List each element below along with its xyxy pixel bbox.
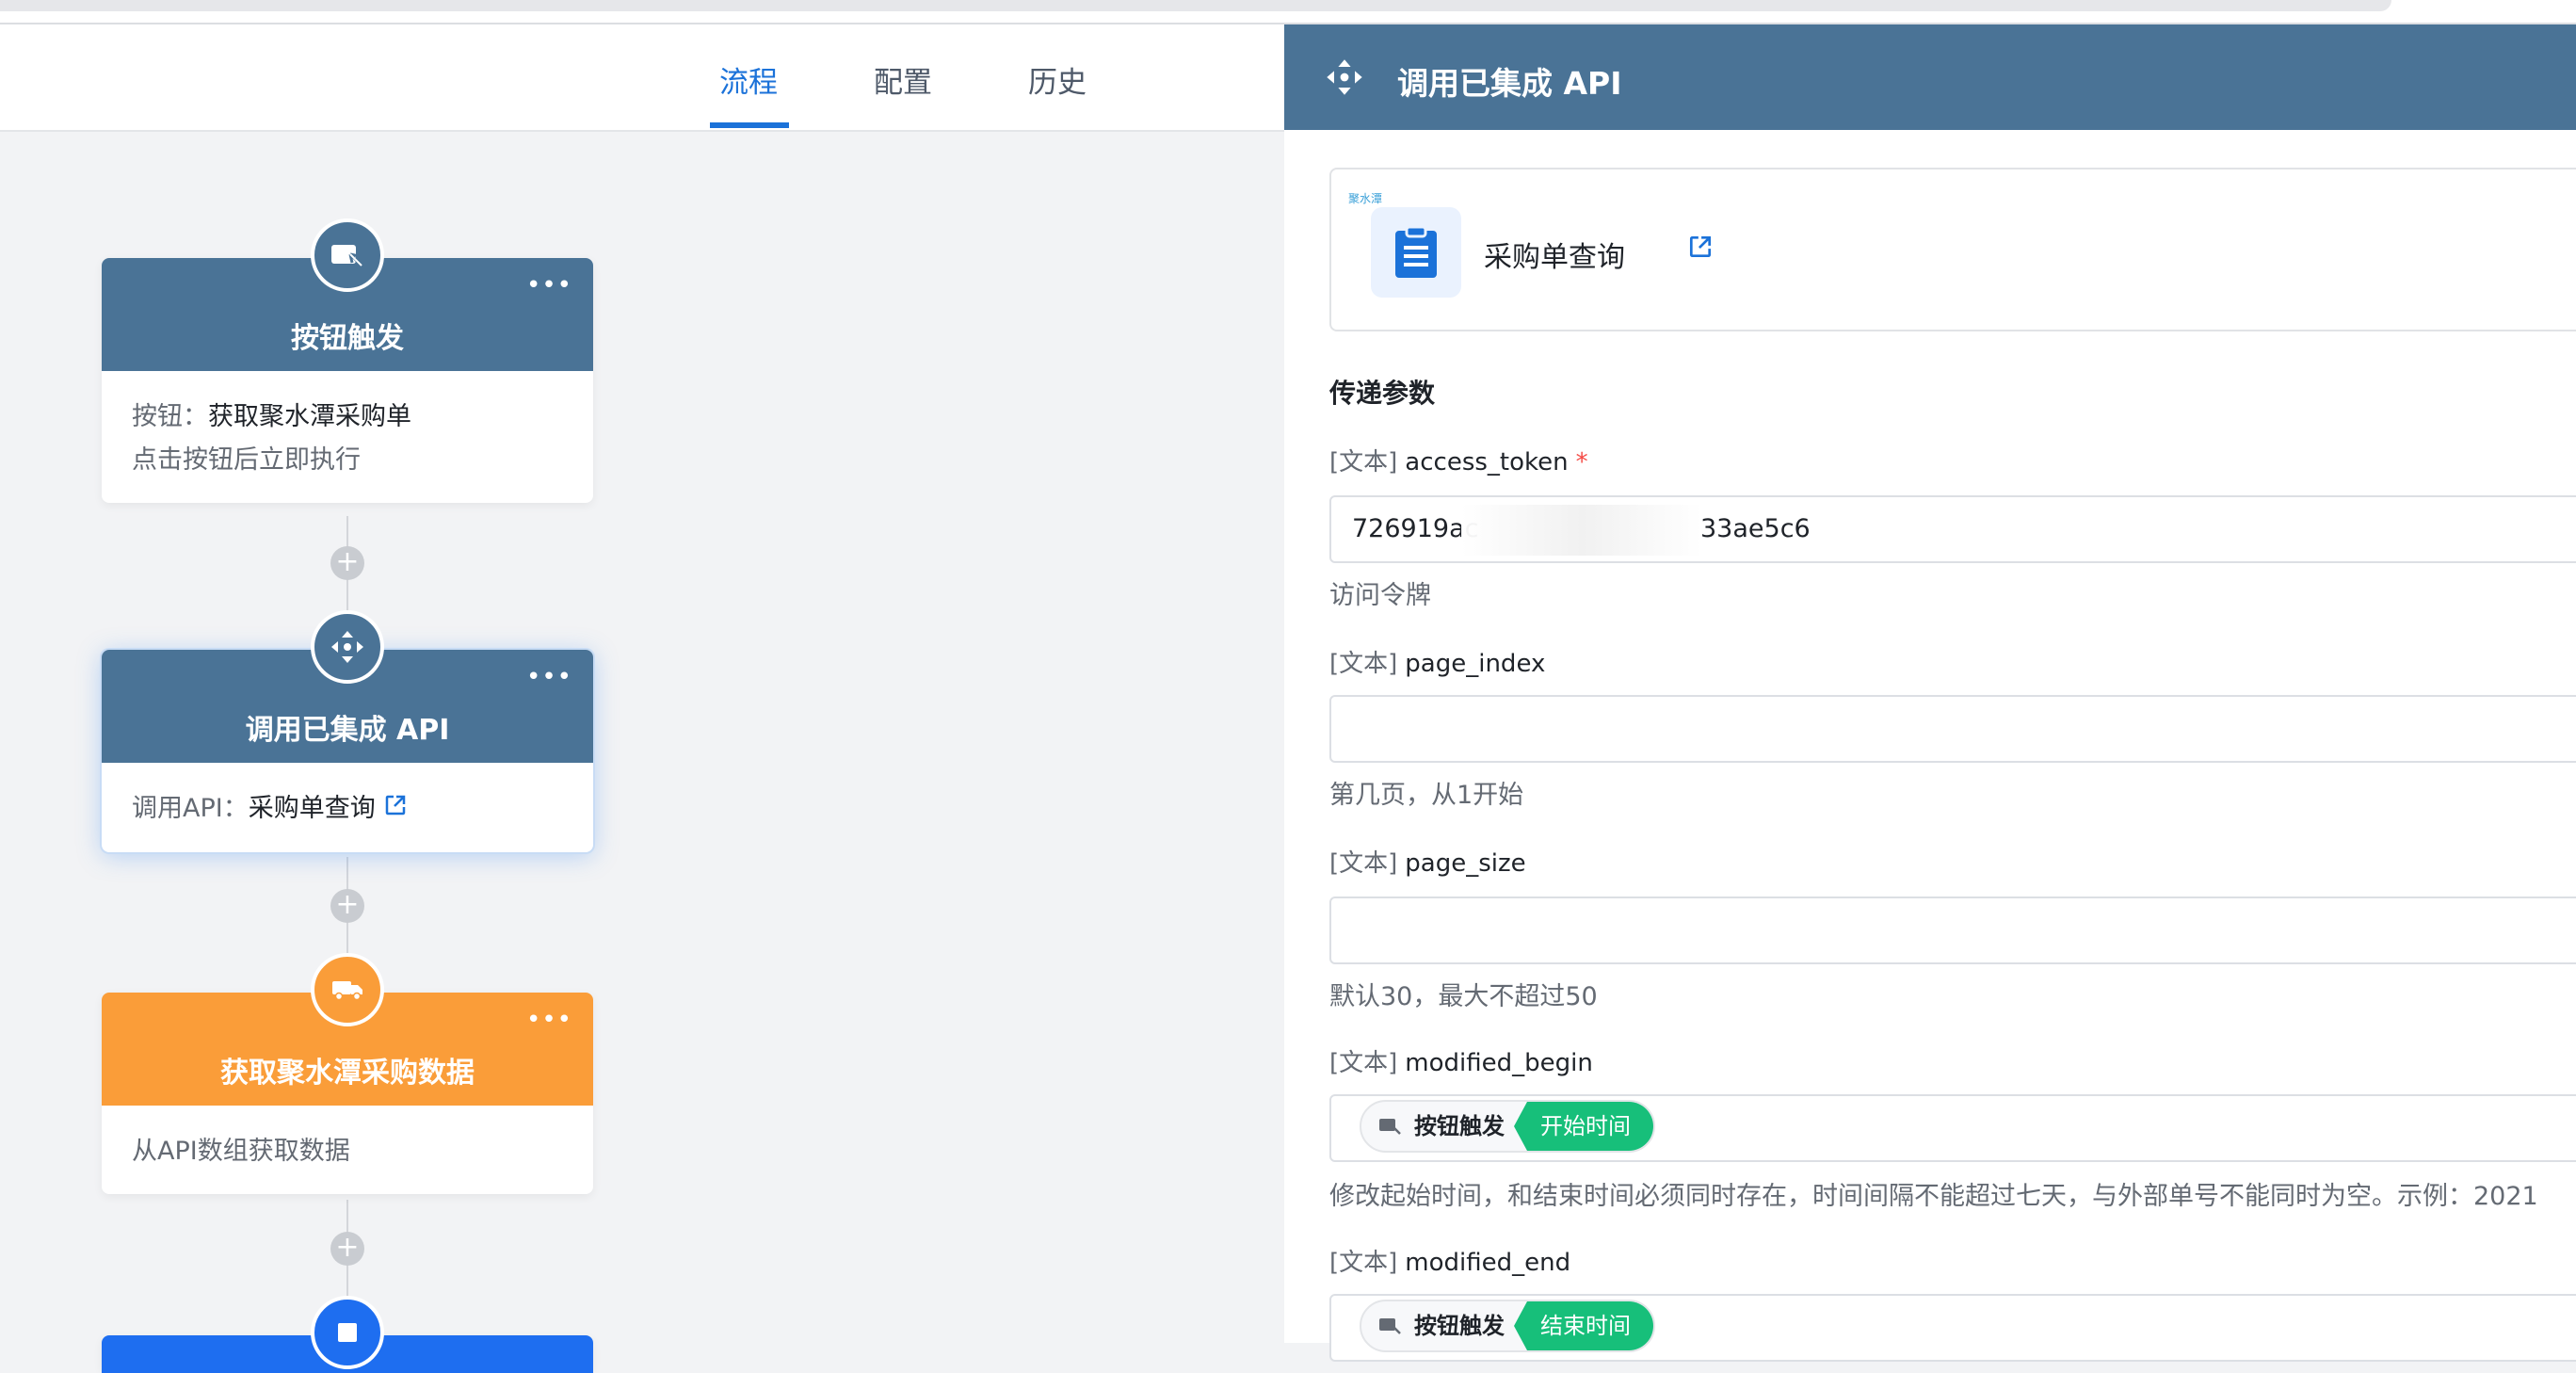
field-key: page_index — [1405, 650, 1546, 678]
tab-flow[interactable]: 流程 — [719, 58, 778, 101]
add-step-button[interactable]: + — [330, 546, 364, 580]
node-header: ••• 调用已集成 API — [102, 610, 593, 763]
node-description: 从API数组获取数据 — [132, 1137, 350, 1166]
field-key: access_token — [1405, 448, 1569, 477]
field-help: 修改起始时间，和结束时间必须同时存在，时间间隔不能超过七天，与外部单号不能同时为… — [1329, 1182, 2538, 1211]
field-help: 默认30，最大不超过50 — [1329, 982, 1598, 1011]
api-name-link[interactable]: 采购单查询 — [1484, 234, 1625, 275]
panel-header: 调用已集成 API — [1284, 24, 2576, 130]
field-label-page-index: [文本] page_index — [1329, 644, 1545, 679]
flow-tabs-header: 流程 配置 历史 — [0, 24, 1284, 132]
external-link-icon[interactable] — [1687, 234, 1714, 264]
node-more-menu-icon[interactable]: ••• — [526, 663, 572, 691]
node-title: 调用已集成 API — [245, 714, 450, 747]
redaction-blur — [1461, 505, 1702, 556]
external-link-icon[interactable] — [383, 792, 408, 828]
modified-end-input[interactable]: 按钮触发 结束时间 — [1329, 1294, 2576, 1362]
variable-chip[interactable]: 按钮触发 结束时间 — [1360, 1300, 1655, 1352]
field-label-modified-begin: [文本] modified_begin — [1329, 1043, 1593, 1078]
field-key: modified_begin — [1405, 1049, 1593, 1077]
window-scrollbar[interactable] — [0, 0, 2391, 11]
node-body: 调用API：采购单查询 — [102, 763, 593, 852]
token-value-start: 726919ac — [1352, 514, 1479, 543]
add-step-button[interactable]: + — [330, 889, 364, 923]
modified-begin-input[interactable]: 按钮触发 开始时间 — [1329, 1094, 2576, 1162]
node-more-menu-icon[interactable]: ••• — [526, 1006, 572, 1034]
tab-history[interactable]: 历史 — [1028, 58, 1087, 101]
page-size-input[interactable] — [1329, 896, 2576, 964]
chip-field: 开始时间 — [1514, 1102, 1653, 1151]
add-step-button[interactable]: + — [330, 1232, 364, 1266]
field-key: page_size — [1405, 849, 1526, 878]
node-more-menu-icon[interactable]: ••• — [526, 271, 572, 299]
active-tab-indicator — [710, 122, 789, 128]
access-token-input[interactable]: 726919ac 33ae5c6 — [1329, 495, 2576, 563]
field-help: 访问令牌 — [1329, 581, 1431, 610]
node-config-panel: 调用已集成 API 聚水潭 采购单查询 传递参数 [文本] access_toke… — [1284, 24, 2576, 1362]
node-header: ••• 获取聚水潭采购数据 — [102, 953, 593, 1106]
node-description: 点击按钮后立即执行 — [132, 445, 361, 475]
field-label-access-token: [文本] access_token * — [1329, 443, 1588, 477]
truck-icon — [311, 953, 384, 1026]
field-label-page-size: [文本] page_size — [1329, 844, 1526, 879]
chip-field: 结束时间 — [1514, 1301, 1653, 1350]
flow-node-get-data[interactable]: ••• 获取聚水潭采购数据 从API数组获取数据 — [102, 953, 593, 1194]
page-index-input[interactable] — [1329, 695, 2576, 763]
chip-source-label: 按钮触发 — [1414, 1313, 1505, 1339]
node-field-label: 调用API： — [132, 794, 249, 823]
api-icon — [311, 610, 384, 684]
field-type: [文本] — [1329, 1049, 1398, 1077]
browser-top-strip — [0, 0, 2576, 24]
node-body: 按钮：获取聚水潭采购单 点击按钮后立即执行 — [102, 371, 593, 503]
node-header — [102, 1296, 593, 1373]
field-help: 第几页，从1开始 — [1329, 781, 1524, 810]
field-type: [文本] — [1329, 1249, 1398, 1277]
required-mark: * — [1575, 448, 1588, 477]
field-type: [文本] — [1329, 849, 1398, 878]
node-field-label: 按钮： — [132, 402, 208, 431]
api-icon — [1324, 57, 1365, 102]
node-title: 按钮触发 — [291, 322, 404, 355]
token-value-end: 33ae5c6 — [1700, 514, 1811, 543]
field-label-modified-end: [文本] modified_end — [1329, 1243, 1570, 1278]
section-title-params: 传递参数 — [1329, 378, 1436, 409]
clipboard-icon — [1371, 207, 1461, 298]
node-type-icon — [311, 1296, 384, 1369]
api-link[interactable]: 采购单查询 — [249, 794, 376, 823]
panel-title: 调用已集成 API — [1397, 65, 1622, 102]
variable-chip[interactable]: 按钮触发 开始时间 — [1360, 1100, 1655, 1153]
api-card: 聚水潭 采购单查询 — [1329, 168, 2576, 331]
node-field-value: 获取聚水潭采购单 — [208, 402, 411, 431]
button-trigger-icon — [311, 218, 384, 292]
tab-config[interactable]: 配置 — [874, 58, 932, 101]
chip-source: 按钮触发 — [1361, 1301, 1520, 1350]
chip-source: 按钮触发 — [1361, 1102, 1520, 1151]
flow-canvas[interactable]: + + + ••• 按钮触发 按钮：获取聚水潭采购单 点击按钮后立即执行 •••… — [0, 132, 1284, 1373]
flow-node-call-api[interactable]: ••• 调用已集成 API 调用API：采购单查询 — [102, 610, 593, 852]
flow-node-button-trigger[interactable]: ••• 按钮触发 按钮：获取聚水潭采购单 点击按钮后立即执行 — [102, 218, 593, 503]
button-trigger-icon — [1379, 1318, 1401, 1334]
brand-logo: 聚水潭 — [1348, 192, 1383, 205]
field-type: [文本] — [1329, 650, 1398, 678]
flow-node-next[interactable] — [102, 1296, 593, 1373]
button-trigger-icon — [1379, 1119, 1401, 1135]
chip-source-label: 按钮触发 — [1414, 1113, 1505, 1139]
field-key: modified_end — [1405, 1249, 1571, 1277]
node-header: ••• 按钮触发 — [102, 218, 593, 371]
field-type: [文本] — [1329, 448, 1398, 477]
node-title: 获取聚水潭采购数据 — [220, 1057, 475, 1090]
node-body: 从API数组获取数据 — [102, 1106, 593, 1194]
